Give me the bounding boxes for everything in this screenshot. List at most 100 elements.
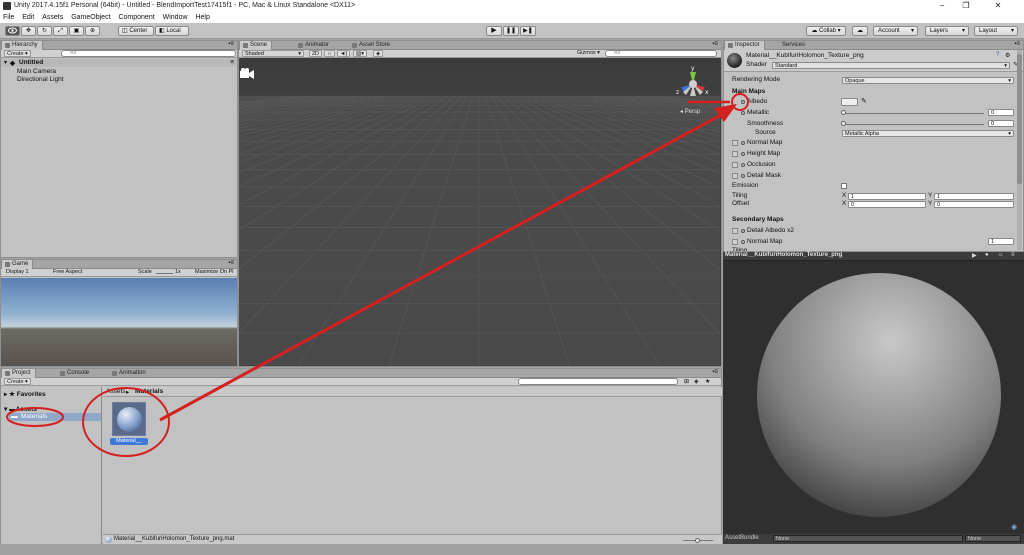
expand-arrow-icon[interactable]: ▾ xyxy=(4,59,7,66)
shading-mode-dropdown[interactable]: Shaded ▾ xyxy=(242,50,304,57)
smoothness-slider-knob[interactable] xyxy=(841,121,846,126)
panel-menu-icon[interactable]: ▪≡ xyxy=(228,41,234,47)
tab-hierarchy[interactable]: Hierarchy xyxy=(1,41,43,50)
scene-menu-icon[interactable]: ≡ xyxy=(230,59,234,66)
preview-light-icon[interactable]: ☼ xyxy=(998,252,1004,258)
smoothness-slider[interactable] xyxy=(844,124,984,125)
menu-file[interactable]: File xyxy=(0,12,17,23)
breadcrumb-assets[interactable]: Assets xyxy=(106,388,126,395)
source-dropdown[interactable]: Metallic Alpha ▾ xyxy=(842,130,1014,137)
hierarchy-item-directional-light[interactable]: Directional Light xyxy=(17,76,64,83)
rendering-mode-dropdown[interactable]: Opaque ▾ xyxy=(842,77,1014,84)
move-tool-button[interactable]: ✥ xyxy=(21,26,36,36)
rotate-tool-button[interactable]: ↻ xyxy=(37,26,52,36)
eyedropper-icon[interactable]: ✎ xyxy=(861,97,867,105)
settings-gear-icon[interactable]: ⚙ xyxy=(1005,52,1010,59)
metallic-picker-icon[interactable] xyxy=(741,111,745,115)
maximize-button[interactable]: ❐ xyxy=(956,0,976,12)
step-button[interactable]: ▶❚ xyxy=(520,26,536,36)
project-create-button[interactable]: Create ▾ xyxy=(4,378,31,385)
metallic-value-field[interactable]: 0 xyxy=(988,109,1014,116)
layout-dropdown[interactable]: Layout ▾ xyxy=(974,26,1018,36)
tab-asset-store[interactable]: Asset Store xyxy=(349,41,394,50)
scene-effects-toggle[interactable]: ▨▾ xyxy=(353,50,367,57)
menu-assets[interactable]: Assets xyxy=(39,12,66,23)
tab-animator[interactable]: Animator xyxy=(295,41,333,50)
preview-sphere-icon[interactable]: ● xyxy=(985,252,989,258)
scene-audio-toggle[interactable]: ◄) xyxy=(337,50,351,57)
occlusion-picker-icon[interactable] xyxy=(741,163,745,167)
scene-row[interactable]: ▾ ◆ Untitled ≡ xyxy=(1,59,237,67)
normal-map-2-texture-slot[interactable] xyxy=(732,239,738,245)
inspector-scrollbar-thumb[interactable] xyxy=(1017,54,1022,184)
tab-services[interactable]: Services xyxy=(772,41,809,50)
preview-play-icon[interactable]: ▶ xyxy=(972,252,977,259)
normal-map-2-scale-field[interactable]: 1 xyxy=(988,238,1014,245)
aspect-dropdown[interactable]: Free Aspect xyxy=(53,269,82,275)
metallic-slider[interactable] xyxy=(844,113,984,114)
tiling-y-field[interactable]: 1 xyxy=(934,193,1014,200)
hierarchy-search-input[interactable]: All xyxy=(61,50,236,57)
layers-dropdown[interactable]: Layers ▾ xyxy=(925,26,969,36)
preview-bubble-icon[interactable]: ◉ xyxy=(1011,523,1017,531)
menu-window[interactable]: Window xyxy=(160,12,191,23)
tiling-x-field[interactable]: 1 xyxy=(848,193,926,200)
play-button[interactable]: ▶ xyxy=(486,26,502,36)
scene-lighting-toggle[interactable]: ☼ xyxy=(324,50,336,57)
material-preview-viewport[interactable]: ◉ xyxy=(723,261,1024,534)
emission-checkbox[interactable] xyxy=(841,183,847,189)
collab-button[interactable]: ☁ Collab ▾ xyxy=(806,26,846,36)
occlusion-texture-slot[interactable] xyxy=(732,162,738,168)
normal-map-2-picker-icon[interactable] xyxy=(741,240,745,244)
detail-albedo-texture-slot[interactable] xyxy=(732,228,738,234)
materials-folder-item[interactable]: ▬ Materials xyxy=(9,413,101,421)
pivot-center-button[interactable]: ◫ Center xyxy=(118,26,154,36)
project-search-input[interactable] xyxy=(518,378,678,385)
inspector-scrollbar[interactable] xyxy=(1017,50,1022,250)
minimize-button[interactable]: – xyxy=(932,0,952,12)
panel-menu-icon[interactable]: ▪≡ xyxy=(1014,41,1020,47)
orientation-gizmo[interactable]: y x z xyxy=(673,64,713,106)
scene-search-input[interactable]: All xyxy=(605,50,717,57)
tab-console[interactable]: Console xyxy=(57,369,93,378)
rect-tool-button[interactable]: ▣ xyxy=(69,26,84,36)
game-viewport[interactable] xyxy=(1,278,237,366)
scale-tool-button[interactable]: ⤢ xyxy=(53,26,68,36)
preview-menu-icon[interactable]: ≡ xyxy=(1011,252,1015,258)
transform-tool-button[interactable]: ⊕ xyxy=(85,26,100,36)
breadcrumb-materials[interactable]: Materials xyxy=(135,388,163,395)
hierarchy-create-button[interactable]: Create ▾ xyxy=(4,50,31,57)
tab-animation[interactable]: Animation xyxy=(109,369,150,378)
offset-x-field[interactable]: 0 xyxy=(848,201,926,208)
height-map-texture-slot[interactable] xyxy=(732,151,738,157)
pivot-local-button[interactable]: ◧ Local xyxy=(155,26,189,36)
height-map-picker-icon[interactable] xyxy=(741,152,745,156)
scene-viewport[interactable]: y x z ◂ Persp xyxy=(239,58,720,365)
favorite-star-icon[interactable]: ★ xyxy=(705,378,710,385)
display-dropdown[interactable]: Display 1 xyxy=(6,269,29,275)
detail-mask-picker-icon[interactable] xyxy=(741,174,745,178)
assets-folder-item[interactable]: ▾ ▬Assets xyxy=(4,405,37,413)
persp-label[interactable]: ◂ Persp xyxy=(680,108,700,115)
pause-button[interactable]: ❚❚ xyxy=(503,26,519,36)
assetbundle-dropdown[interactable]: None xyxy=(773,535,963,542)
shader-dropdown[interactable]: Standard ▾ xyxy=(772,62,1010,69)
scale-slider[interactable] xyxy=(156,273,173,274)
assetbundle-variant-dropdown[interactable]: None xyxy=(965,535,1021,542)
tab-project[interactable]: Project xyxy=(1,369,36,378)
thumbnail-size-knob[interactable] xyxy=(695,538,700,543)
scene-layers-toggle[interactable]: ◈ xyxy=(373,50,384,57)
favorites-item[interactable]: ▸ ★ Favorites xyxy=(4,390,46,398)
account-dropdown[interactable]: Account ▾ xyxy=(873,26,918,36)
metallic-slider-knob[interactable] xyxy=(841,110,846,115)
help-icon[interactable]: ? xyxy=(996,52,999,58)
albedo-color-swatch[interactable] xyxy=(841,98,858,106)
tab-scene[interactable]: Scene xyxy=(239,41,273,50)
cloud-button[interactable]: ☁ xyxy=(852,26,868,36)
albedo-picker-icon[interactable] xyxy=(741,100,745,104)
detail-mask-texture-slot[interactable] xyxy=(732,173,738,179)
menu-edit[interactable]: Edit xyxy=(19,12,37,23)
filter-type-icon[interactable]: ⊞ xyxy=(684,378,689,385)
toggle-2d-button[interactable]: 2D xyxy=(309,50,323,57)
material-asset-tile[interactable]: Material__ xyxy=(110,401,150,447)
